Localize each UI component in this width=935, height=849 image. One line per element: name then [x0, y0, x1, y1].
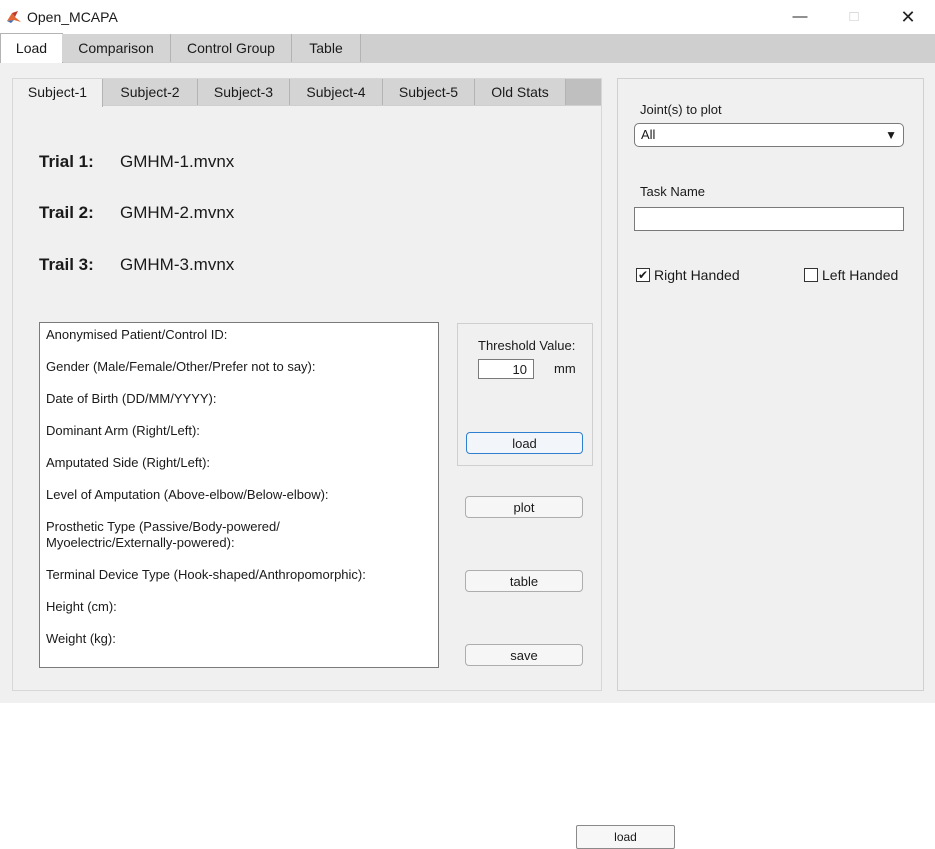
info-amputation-level: Level of Amputation (Above-elbow/Below-e… [46, 487, 329, 502]
patient-info-textarea[interactable]: Anonymised Patient/Control ID: Gender (M… [39, 322, 439, 668]
right-handed-checkbox[interactable]: ✔ [636, 268, 650, 282]
info-amputated-side: Amputated Side (Right/Left): [46, 455, 211, 470]
trial-3-label: Trail 3: [39, 255, 94, 274]
tab-control-group[interactable]: Control Group [171, 34, 292, 62]
options-panel: Joint(s) to plot All ▼ Task Name ✔ Right… [617, 78, 924, 691]
title-bar: Open_MCAPA — □ ✕ [0, 0, 935, 34]
trial-2-label: Trail 2: [39, 203, 94, 222]
main-tab-strip: Load Comparison Control Group Table [0, 33, 935, 64]
tab-subject-3[interactable]: Subject-3 [198, 79, 290, 105]
plot-button[interactable]: plot [465, 496, 583, 518]
tab-old-stats[interactable]: Old Stats [475, 79, 566, 105]
threshold-label: Threshold Value: [478, 338, 576, 353]
joints-dropdown[interactable]: All ▼ [634, 123, 904, 147]
subject-panel: Subject-1 Subject-2 Subject-3 Subject-4 … [12, 78, 602, 691]
table-button[interactable]: table [465, 570, 583, 592]
tab-strip-filler [566, 79, 601, 105]
bottom-load-button[interactable]: load [576, 825, 675, 849]
matlab-logo-icon [6, 9, 22, 25]
tab-subject-2[interactable]: Subject-2 [103, 79, 198, 105]
trial-3-file: GMHM-3.mvnx [120, 255, 235, 274]
threshold-input[interactable]: 10 [478, 359, 534, 379]
window-title: Open_MCAPA [27, 9, 118, 25]
task-name-label: Task Name [640, 184, 706, 199]
joints-selected-value: All [641, 127, 656, 142]
left-handed-checkbox[interactable] [804, 268, 818, 282]
info-dominant-arm: Dominant Arm (Right/Left): [46, 423, 200, 438]
close-button[interactable]: ✕ [892, 4, 924, 30]
info-prosthetic-type-cont: Myoelectric/Externally-powered): [46, 535, 235, 550]
info-weight: Weight (kg): [46, 631, 116, 646]
trial-2-file: GMHM-2.mvnx [120, 203, 235, 222]
info-prosthetic-type: Prosthetic Type (Passive/Body-powered/ [46, 519, 280, 534]
threshold-panel: Threshold Value: 10 mm load [457, 323, 593, 466]
info-dob: Date of Birth (DD/MM/YYYY): [46, 391, 217, 406]
checkmark-icon: ✔ [637, 268, 649, 282]
maximize-button[interactable]: □ [838, 4, 870, 30]
minimize-button[interactable]: — [784, 4, 816, 30]
info-height: Height (cm): [46, 599, 117, 614]
tab-subject-5[interactable]: Subject-5 [383, 79, 475, 105]
trial-1-label: Trial 1: [39, 152, 94, 171]
tab-subject-1[interactable]: Subject-1 [13, 79, 103, 107]
load-button[interactable]: load [466, 432, 583, 454]
trial-1-file: GMHM-1.mvnx [120, 152, 235, 171]
tab-table[interactable]: Table [292, 34, 361, 62]
left-handed-label: Left Handed [822, 267, 899, 283]
task-name-input[interactable] [634, 207, 904, 231]
dropdown-arrow-icon: ▼ [885, 128, 897, 142]
info-terminal-device: Terminal Device Type (Hook-shaped/Anthro… [46, 567, 366, 582]
tab-load[interactable]: Load [0, 33, 63, 64]
info-patient-id: Anonymised Patient/Control ID: [46, 327, 228, 342]
info-gender: Gender (Male/Female/Other/Prefer not to … [46, 359, 316, 374]
load-tab-content: Subject-1 Subject-2 Subject-3 Subject-4 … [0, 63, 935, 703]
subject-tab-strip: Subject-1 Subject-2 Subject-3 Subject-4 … [13, 79, 601, 107]
right-handed-label: Right Handed [654, 267, 740, 283]
threshold-unit: mm [554, 361, 576, 376]
joints-label: Joint(s) to plot [640, 102, 722, 117]
tab-subject-4[interactable]: Subject-4 [290, 79, 383, 105]
tab-comparison[interactable]: Comparison [62, 34, 171, 62]
save-button[interactable]: save [465, 644, 583, 666]
